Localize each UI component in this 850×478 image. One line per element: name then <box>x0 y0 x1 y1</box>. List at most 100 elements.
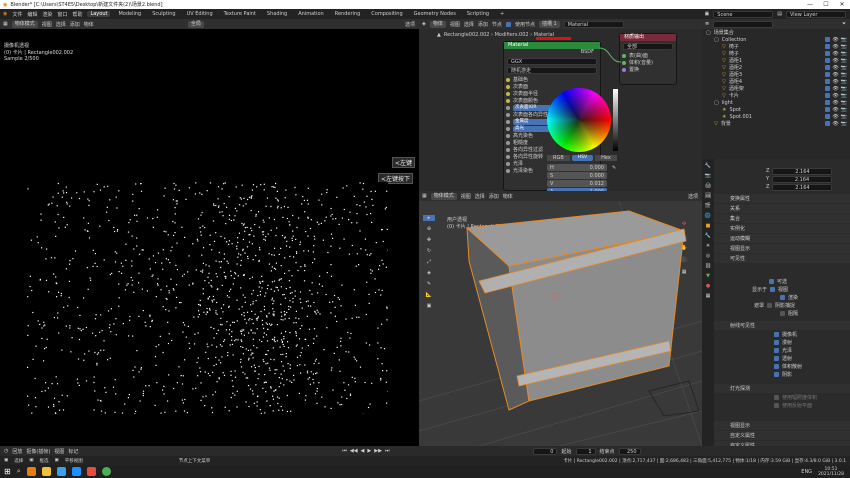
jump-end-icon[interactable]: ⏭ <box>385 448 390 454</box>
material-selector[interactable]: Material <box>563 20 624 28</box>
marker-menu[interactable]: 标记 <box>68 448 78 455</box>
scale-field[interactable]: 2.164 <box>772 175 833 183</box>
current-frame-field[interactable]: 0 <box>533 447 558 455</box>
hsv-field[interactable]: S 0.000 <box>547 172 607 179</box>
explorer-taskbar-icon[interactable] <box>41 467 51 476</box>
eye-icon[interactable]: 👁 <box>832 107 838 113</box>
mode-dropdown[interactable]: 物体模式 <box>430 192 457 200</box>
workspace-tab-texture-paint[interactable]: Texture Paint <box>221 11 259 17</box>
workspace-tab-shading[interactable]: Shading <box>264 11 290 17</box>
outliner-item[interactable]: ☀ Spot 👁 📷 <box>702 106 850 113</box>
exclude-checkbox[interactable] <box>825 85 831 91</box>
socket-dot-icon[interactable] <box>506 84 510 89</box>
keying-menu[interactable]: 抠像(插帧) <box>26 448 50 455</box>
socket-dot-icon[interactable] <box>506 168 510 173</box>
view-layer-selector[interactable]: View Layer <box>786 10 846 18</box>
property-section[interactable]: 自定义属性 <box>714 431 850 440</box>
object-tab-icon[interactable]: ■ <box>706 223 711 229</box>
socket-dot-icon[interactable] <box>506 77 510 82</box>
3d-viewport[interactable]: ▦ 物体模式 视图 选择 添加 物体 选项 用户透视 (0) 卡片 | Rect… <box>419 191 702 446</box>
camera-icon[interactable]: 📷 <box>841 44 847 50</box>
material-tab-icon[interactable]: ● <box>706 283 710 289</box>
menu-render[interactable]: 渲染 <box>42 11 52 18</box>
sss-method-dropdown[interactable]: 随机游走 <box>507 67 597 74</box>
socket-dot-icon[interactable] <box>506 161 510 166</box>
ray-checkbox[interactable] <box>774 355 779 361</box>
camera-icon[interactable]: 📷 <box>841 121 847 127</box>
eyedropper-icon[interactable]: ✎ <box>612 165 616 171</box>
camera-icon[interactable]: 📷 <box>841 107 847 113</box>
socket-dot-icon[interactable] <box>506 147 510 152</box>
constraints-tab-icon[interactable]: ⛓ <box>705 263 711 269</box>
ray-checkbox[interactable] <box>774 347 779 353</box>
camera-icon[interactable]: 📷 <box>841 58 847 64</box>
socket-dot-icon[interactable] <box>506 126 510 131</box>
scene-collection-row[interactable]: ▢ 场景集合 <box>702 29 850 37</box>
app2-taskbar-icon[interactable] <box>86 467 96 476</box>
editor-type-icon[interactable]: ◈ <box>422 21 426 27</box>
property-section[interactable]: 视图显示 <box>714 421 850 430</box>
menu-view[interactable]: 视图 <box>461 193 471 200</box>
node-input-row[interactable]: 基础色 <box>504 76 600 83</box>
exclude-checkbox[interactable] <box>825 43 831 49</box>
eye-icon[interactable]: 👁 <box>832 65 838 71</box>
ray-row[interactable]: 透射 <box>714 354 850 362</box>
probe-checkbox[interactable] <box>774 402 779 408</box>
workspace-tab-geometry-nodes[interactable]: Geometry Nodes <box>411 11 459 17</box>
data-tab-icon[interactable]: ▼ <box>706 273 710 279</box>
menu-object[interactable]: 物体 <box>84 21 94 28</box>
ray-row[interactable]: 漫射 <box>714 338 850 346</box>
property-section[interactable]: 视图显示 <box>714 244 850 253</box>
socket-dot-icon[interactable] <box>506 140 510 145</box>
eye-icon[interactable]: 👁 <box>832 79 838 85</box>
end-frame-field[interactable]: 250 <box>618 447 641 455</box>
eye-icon[interactable]: 👁 <box>832 86 838 92</box>
outliner-item[interactable]: ▽ 椅子 👁 📷 <box>702 50 850 57</box>
language-indicator[interactable]: ENG <box>801 469 812 475</box>
show-renders-checkbox[interactable] <box>780 294 785 300</box>
property-section[interactable]: 变换属性 <box>714 194 850 203</box>
socket-dot-icon[interactable] <box>622 67 626 72</box>
tab-hex[interactable]: Hex <box>595 155 617 161</box>
probe-row[interactable]: 使用反射平面 <box>714 401 850 409</box>
camera-icon[interactable]: 📷 <box>841 86 847 92</box>
menu-file[interactable]: 文件 <box>12 11 22 18</box>
view-menu[interactable]: 视图 <box>54 448 64 455</box>
filter-icon[interactable]: ⏷ <box>842 21 850 27</box>
outliner-item[interactable]: ▽ 酒柜4 👁 📷 <box>702 78 850 85</box>
probe-row[interactable]: 使用辐照度体积 <box>714 393 850 401</box>
windows-start-icon[interactable]: ⊞ <box>4 467 11 476</box>
shadow-catcher-checkbox[interactable] <box>767 302 773 308</box>
tab-hsv[interactable]: HSV <box>571 155 594 161</box>
distribution-dropdown[interactable]: GGX <box>507 58 597 65</box>
slot-dropdown[interactable]: 插槽 1 <box>538 20 560 28</box>
render-tab-icon[interactable]: 📷 <box>705 173 711 179</box>
ray-checkbox[interactable] <box>774 363 779 369</box>
selectable-checkbox[interactable] <box>769 278 774 284</box>
ray-row[interactable]: 光泽 <box>714 346 850 354</box>
holdout-checkbox[interactable] <box>780 310 785 316</box>
workspace-tab-layout[interactable]: Layout <box>87 11 111 17</box>
outliner-item[interactable]: ☀ Spot.001 👁 📷 <box>702 113 850 120</box>
property-section[interactable]: 可见性 <box>714 254 850 263</box>
tab-rgb[interactable]: RGB <box>547 155 570 161</box>
show-viewports-checkbox[interactable] <box>770 286 776 292</box>
exclude-checkbox[interactable] <box>825 113 831 119</box>
outliner-item[interactable]: ▽ 酒柜2 👁 📷 <box>702 64 850 71</box>
socket-dot-icon[interactable] <box>506 105 510 110</box>
edge-taskbar-icon[interactable] <box>71 467 81 476</box>
workspace-tab-animation[interactable]: Animation <box>295 11 327 17</box>
property-section[interactable]: 集合 <box>714 214 850 223</box>
tool-tab-icon[interactable]: 🔧 <box>705 163 711 169</box>
output-target-dropdown[interactable]: 全部 <box>623 43 673 50</box>
outliner-search-input[interactable] <box>713 20 774 28</box>
ray-row[interactable]: 体积散射 <box>714 362 850 370</box>
camera-icon[interactable]: 📷 <box>841 100 847 106</box>
outliner-item[interactable]: ▽ 背景 👁 📷 <box>702 120 850 127</box>
transform-orientation-dropdown[interactable]: 全局 <box>187 20 204 28</box>
start-frame-field[interactable]: 1 <box>575 447 596 455</box>
menu-help[interactable]: 帮助 <box>72 11 82 18</box>
play-reverse-icon[interactable]: ◀ <box>361 448 365 454</box>
menu-add[interactable]: 添加 <box>70 21 80 28</box>
probe-checkbox[interactable] <box>774 394 779 400</box>
